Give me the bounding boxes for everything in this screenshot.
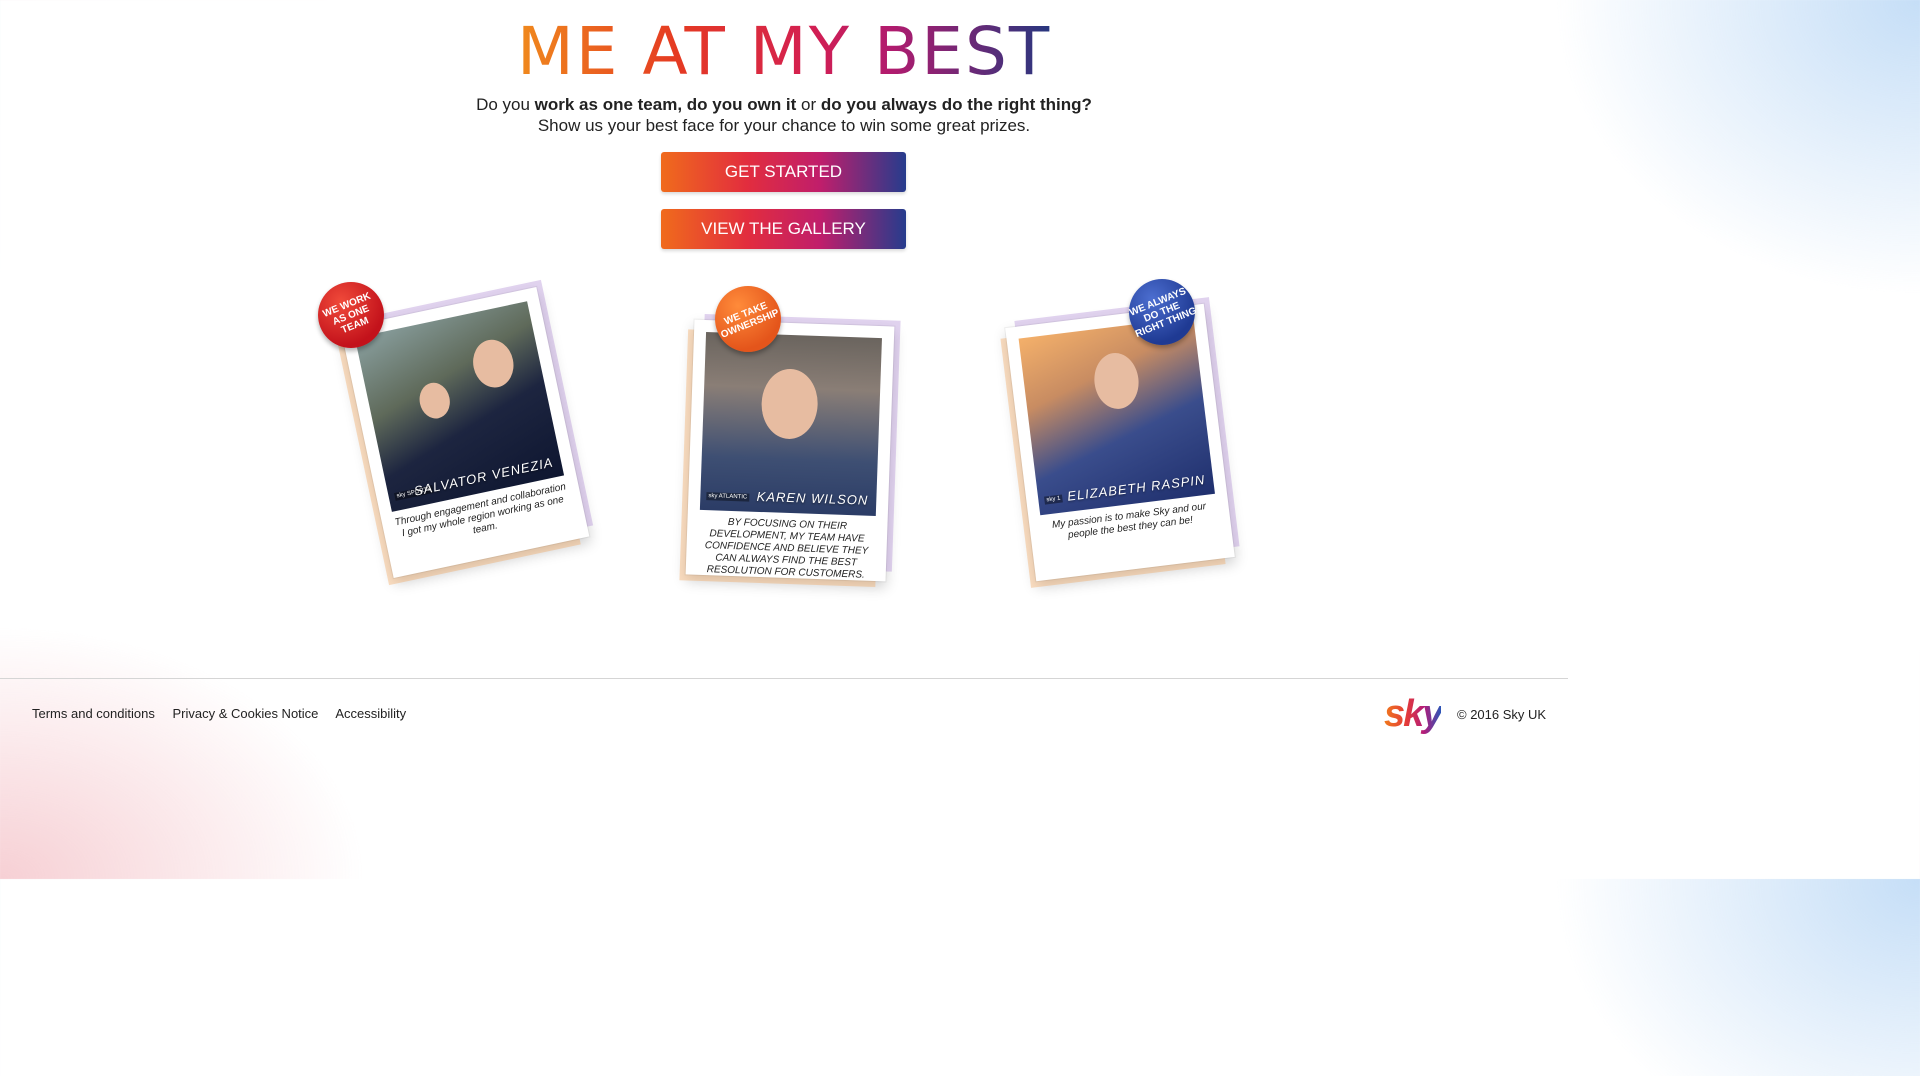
- footer-divider: [0, 678, 1568, 679]
- badge-one-team: WE WORK AS ONE TEAM: [318, 282, 384, 348]
- woman-portrait-photo: sky ATLANTIC KAREN WILSON: [699, 331, 882, 517]
- accessibility-link[interactable]: Accessibility: [335, 706, 406, 721]
- privacy-link[interactable]: Privacy & Cookies Notice: [172, 706, 318, 721]
- person-name: ELIZABETH RASPIN: [1066, 471, 1207, 504]
- copyright: © 2016 Sky UK: [1457, 707, 1547, 722]
- sky-logo[interactable]: sky: [1384, 692, 1443, 736]
- cyclists-photo: sky SPORTS SALVATOR VENEZIA: [354, 301, 565, 512]
- superhero-photo: sky 1 ELIZABETH RASPIN: [1018, 317, 1215, 516]
- badge-right-thing: WE ALWAYS DO THE RIGHT THING: [1128, 279, 1198, 345]
- person-name: KAREN WILSON: [756, 488, 869, 508]
- get-started-button[interactable]: GET STARTED: [661, 152, 906, 192]
- badge-ownership: WE TAKE OWNERSHIP: [715, 286, 781, 352]
- card-caption: BY FOCUSING ON THEIR DEVELOPMENT, MY TEA…: [704, 516, 869, 581]
- intro-text: Do you work as one team, do you own it o…: [476, 95, 1092, 135]
- polaroid-card[interactable]: sky 1 ELIZABETH RASPIN My passion is to …: [1005, 303, 1235, 582]
- page-title: ME AT MY BEST: [516, 13, 1052, 90]
- view-gallery-button[interactable]: VIEW THE GALLERY: [661, 209, 906, 249]
- footer-links: Terms and conditions Privacy & Cookies N…: [32, 706, 420, 721]
- channel-logo: sky ATLANTIC: [706, 492, 750, 502]
- channel-logo: sky 1: [1044, 494, 1063, 505]
- polaroid-card[interactable]: sky ATLANTIC KAREN WILSON BY FOCUSING ON…: [685, 319, 895, 582]
- terms-link[interactable]: Terms and conditions: [32, 706, 155, 721]
